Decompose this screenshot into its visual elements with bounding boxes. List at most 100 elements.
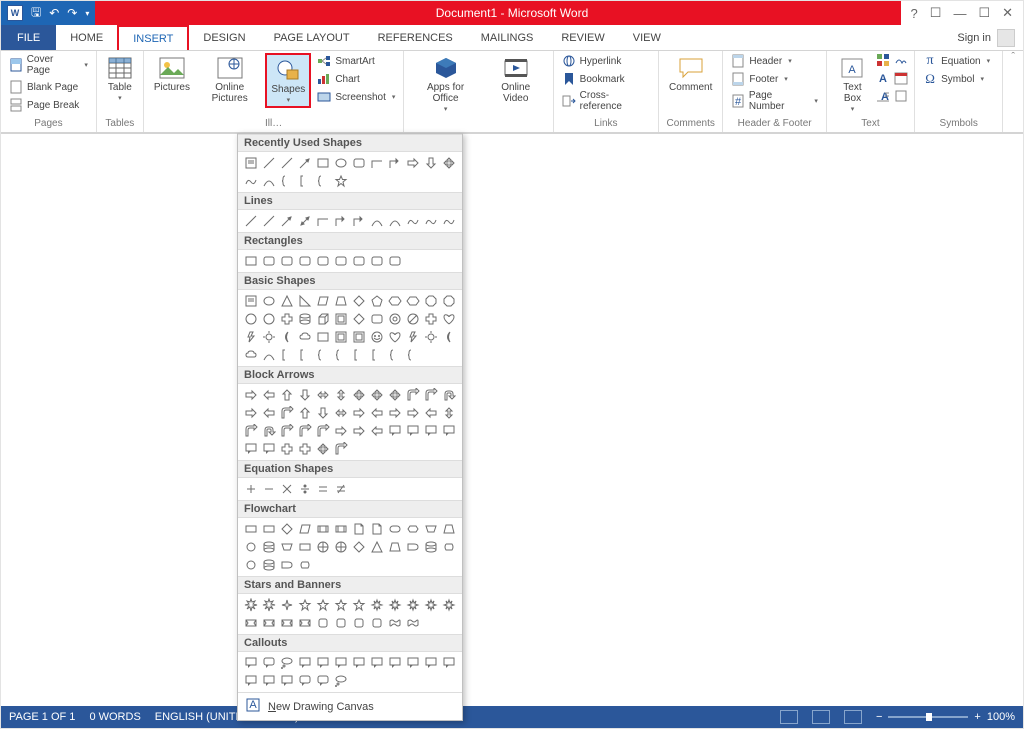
shape-larrow[interactable] [260, 386, 278, 404]
shape-tbox[interactable] [242, 154, 260, 172]
shape-callout[interactable] [242, 654, 260, 672]
shape-line[interactable] [242, 212, 260, 230]
tab-design[interactable]: DESIGN [189, 25, 259, 50]
shape-display[interactable] [440, 538, 458, 556]
smartart-button[interactable]: SmartArt [315, 53, 397, 69]
comment-button[interactable]: Comment [665, 53, 716, 95]
shape-bent[interactable] [278, 404, 296, 422]
shape-plus[interactable] [296, 440, 314, 458]
shape-bracket[interactable] [296, 346, 314, 364]
page-status[interactable]: PAGE 1 OF 1 [9, 711, 75, 723]
header-button[interactable]: Header▾ [729, 53, 819, 69]
shape-elbowa[interactable] [332, 212, 350, 230]
shape-callout[interactable] [278, 672, 296, 690]
shape-callout[interactable] [440, 654, 458, 672]
shape-callout[interactable] [368, 654, 386, 672]
shape-can[interactable] [296, 310, 314, 328]
shape-decision[interactable] [278, 520, 296, 538]
shape-heart[interactable] [440, 310, 458, 328]
shape-process[interactable] [260, 520, 278, 538]
shape-uturn[interactable] [440, 386, 458, 404]
shape-bent[interactable] [332, 440, 350, 458]
wordart-icon[interactable]: A [876, 71, 890, 85]
shape-noentry[interactable] [404, 310, 422, 328]
shape-bracket[interactable] [296, 172, 314, 190]
shape-bracket[interactable] [350, 346, 368, 364]
tab-home[interactable]: HOME [56, 25, 117, 50]
shape-display[interactable] [296, 556, 314, 574]
shape-elbowa[interactable] [386, 154, 404, 172]
read-mode-icon[interactable] [780, 710, 798, 724]
shape-can[interactable] [260, 538, 278, 556]
shape-larrow[interactable] [368, 422, 386, 440]
shape-rrect[interactable] [260, 252, 278, 270]
shape-curve[interactable] [260, 346, 278, 364]
shape-uarrow[interactable] [296, 404, 314, 422]
shape-rarrow[interactable] [242, 404, 260, 422]
shape-banner[interactable] [260, 614, 278, 632]
shape-wave[interactable] [404, 614, 422, 632]
shape-larrow[interactable] [368, 404, 386, 422]
shape-callout[interactable] [440, 422, 458, 440]
table-button[interactable]: Table▾ [103, 53, 137, 104]
shape-bevel[interactable] [332, 328, 350, 346]
chart-button[interactable]: Chart [315, 71, 397, 87]
shape-banner[interactable] [278, 614, 296, 632]
object-icon[interactable] [894, 89, 908, 103]
shape-uturn[interactable] [260, 422, 278, 440]
bookmark-button[interactable]: Bookmark [560, 71, 652, 87]
shape-connector[interactable] [242, 538, 260, 556]
minimize-icon[interactable]: — [953, 6, 966, 21]
shape-oval[interactable] [332, 154, 350, 172]
shape-rrect[interactable] [386, 252, 404, 270]
shape-star8[interactable] [368, 596, 386, 614]
shape-eq_plus[interactable] [242, 480, 260, 498]
print-layout-icon[interactable] [812, 710, 830, 724]
save-icon[interactable]: 🖫 [31, 3, 41, 24]
shape-delay[interactable] [278, 556, 296, 574]
shape-darrowb[interactable] [314, 404, 332, 422]
shape-bracket[interactable] [278, 346, 296, 364]
shape-manual[interactable] [278, 538, 296, 556]
shape-star[interactable] [314, 596, 332, 614]
new-drawing-canvas[interactable]: A New Drawing Canvas [238, 692, 462, 720]
shape-line[interactable] [278, 154, 296, 172]
shape-pent[interactable] [368, 292, 386, 310]
shape-line[interactable] [260, 212, 278, 230]
drop-cap-icon[interactable]: A [876, 89, 890, 103]
collapse-ribbon-icon[interactable]: ˆ [1003, 51, 1023, 132]
shape-rarrow[interactable] [386, 404, 404, 422]
shape-free[interactable] [422, 212, 440, 230]
shape-scroll[interactable] [314, 614, 332, 632]
shape-calloutr[interactable] [296, 672, 314, 690]
shape-callout[interactable] [404, 654, 422, 672]
shape-parallelogram[interactable] [314, 292, 332, 310]
page-number-button[interactable]: #Page Number▾ [729, 89, 819, 113]
shape-circle[interactable] [260, 310, 278, 328]
shape-delay[interactable] [404, 538, 422, 556]
shape-scroll[interactable] [332, 614, 350, 632]
shape-explosion[interactable] [242, 596, 260, 614]
shape-elbowa[interactable] [350, 212, 368, 230]
shapes-button[interactable]: Shapes▾ [265, 53, 311, 108]
shape-brace[interactable] [278, 172, 296, 190]
shape-rrect[interactable] [314, 252, 332, 270]
symbol-button[interactable]: ΩSymbol▾ [921, 71, 992, 87]
shape-star8[interactable] [422, 596, 440, 614]
shape-cloud[interactable] [242, 346, 260, 364]
shape-elbow[interactable] [368, 154, 386, 172]
maximize-icon[interactable]: ☐ [978, 5, 990, 21]
shape-rrect[interactable] [368, 252, 386, 270]
shape-callout[interactable] [314, 654, 332, 672]
shape-tri[interactable] [278, 292, 296, 310]
shape-diam[interactable] [350, 538, 368, 556]
zoom-slider[interactable] [888, 716, 968, 718]
screenshot-button[interactable]: Screenshot▾ [315, 89, 397, 105]
shape-bent[interactable] [296, 422, 314, 440]
shape-eq_neq[interactable] [332, 480, 350, 498]
shape-plus[interactable] [422, 310, 440, 328]
shape-calloutr[interactable] [260, 654, 278, 672]
word-app-icon[interactable]: W [7, 5, 23, 21]
shape-rrect[interactable] [296, 252, 314, 270]
zoom-level[interactable]: 100% [987, 711, 1015, 723]
